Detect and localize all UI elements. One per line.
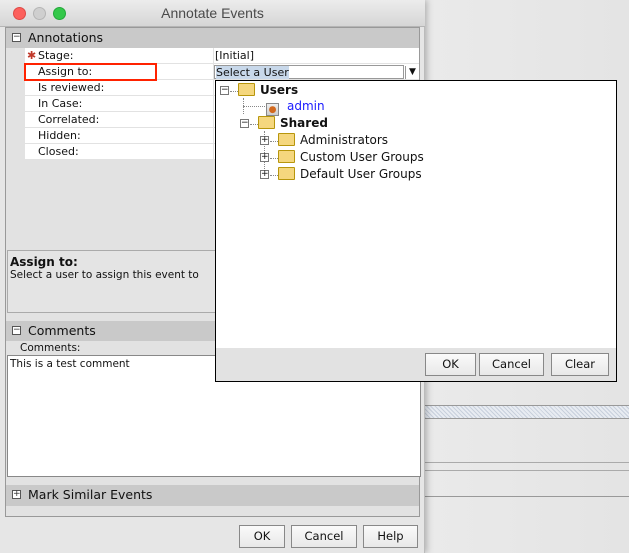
user-select-popup: − Users ● admin − Shared + Administrators +… xyxy=(215,80,617,382)
folder-open-icon xyxy=(258,116,275,129)
popup-clear-button[interactable]: Clear xyxy=(551,353,609,376)
mark-similar-section-header[interactable]: + Mark Similar Events xyxy=(6,485,419,506)
assign-to-select[interactable]: Select a User xyxy=(214,65,404,79)
comments-label: Comments: xyxy=(20,342,81,354)
property-label: In Case: xyxy=(38,97,83,110)
minimize-button[interactable] xyxy=(33,7,46,20)
property-label: Correlated: xyxy=(38,113,100,126)
help-button[interactable]: Help xyxy=(363,525,418,548)
property-label: Hidden: xyxy=(38,129,81,142)
tree-node-shared[interactable]: Shared xyxy=(258,116,328,130)
window-title: Annotate Events xyxy=(161,5,264,21)
property-row[interactable]: ✱ Stage: [Initial] xyxy=(25,48,419,64)
folder-open-icon xyxy=(238,83,255,96)
required-icon: ✱ xyxy=(27,49,37,62)
cancel-button[interactable]: Cancel xyxy=(291,525,357,548)
section-title: Mark Similar Events xyxy=(28,487,153,502)
section-title: Annotations xyxy=(28,30,104,45)
collapse-icon[interactable]: − xyxy=(240,119,249,128)
expand-icon[interactable]: + xyxy=(12,490,21,499)
expand-icon[interactable]: + xyxy=(260,170,269,179)
title-bar: Annotate Events xyxy=(0,0,425,27)
folder-icon xyxy=(278,133,295,146)
expand-icon[interactable]: + xyxy=(260,153,269,162)
folder-icon xyxy=(278,150,295,163)
folder-icon xyxy=(278,167,295,180)
divider xyxy=(425,496,629,497)
collapse-icon[interactable]: − xyxy=(12,326,21,335)
divider xyxy=(425,462,629,463)
property-label: Is reviewed: xyxy=(38,81,105,94)
collapse-icon[interactable]: − xyxy=(12,33,21,42)
divider xyxy=(425,470,629,471)
tree-node-users[interactable]: Users xyxy=(238,83,298,97)
popup-ok-button[interactable]: OK xyxy=(425,353,476,376)
tree-node-group[interactable]: Default User Groups xyxy=(278,167,422,181)
background-splitter xyxy=(425,405,629,419)
close-button[interactable] xyxy=(13,7,26,20)
ok-button[interactable]: OK xyxy=(239,525,285,548)
maximize-button[interactable] xyxy=(53,7,66,20)
section-title: Comments xyxy=(28,323,96,338)
tree-node-admin[interactable]: ● admin xyxy=(266,99,325,116)
tree-node-group[interactable]: Custom User Groups xyxy=(278,150,424,164)
dropdown-arrow-icon[interactable]: ▼ xyxy=(405,66,419,79)
expand-icon[interactable]: + xyxy=(260,136,269,145)
collapse-icon[interactable]: − xyxy=(220,86,229,95)
tree-node-group[interactable]: Administrators xyxy=(278,133,388,147)
property-label: Closed: xyxy=(38,145,79,158)
popup-button-bar: OK Cancel Clear xyxy=(216,348,616,381)
annotations-section-header[interactable]: − Annotations xyxy=(6,28,419,48)
highlight-box xyxy=(24,63,157,81)
property-label: Stage: xyxy=(38,49,74,62)
property-value[interactable]: [Initial] xyxy=(215,49,254,62)
popup-cancel-button[interactable]: Cancel xyxy=(479,353,544,376)
user-icon: ● xyxy=(266,103,279,116)
